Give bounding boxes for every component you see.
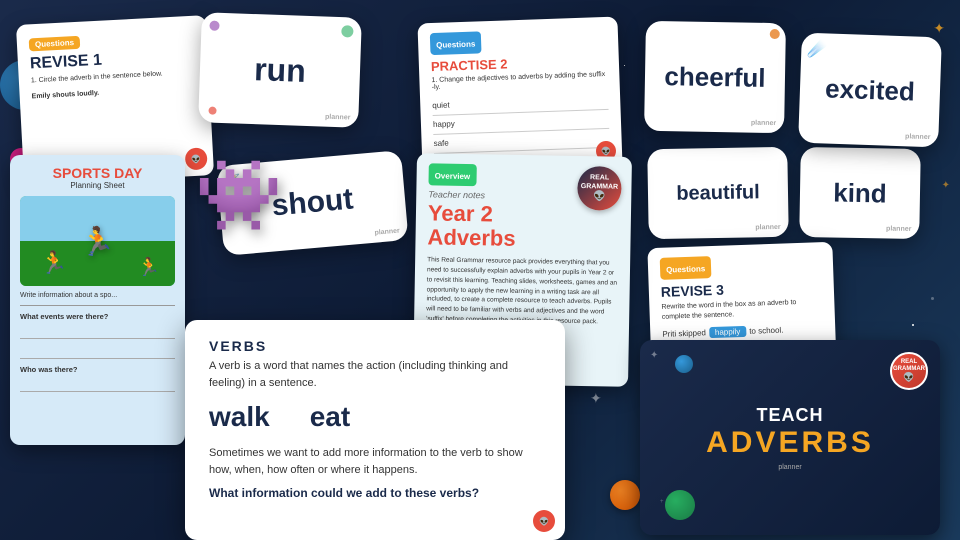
- card-dot-purple: [209, 21, 219, 31]
- verbs-body2: Sometimes we want to add more informatio…: [209, 445, 541, 478]
- verb-example1: walk: [209, 401, 270, 433]
- verbs-teach-card: VERBS A verb is a word that names the ac…: [185, 320, 565, 540]
- adverbs-rg-circle: REALGRAMMAR 👽: [890, 352, 928, 390]
- cheerful-card-brand: planner: [751, 120, 776, 127]
- practise2-label: Questions: [436, 40, 475, 50]
- revise3-answer: happily: [709, 325, 747, 337]
- run-card-brand: planner: [325, 114, 351, 122]
- cheerful-word: cheerful: [664, 61, 766, 94]
- card-star3: +: [660, 499, 664, 505]
- sports-day-card: SPORTS DAY Planning Sheet 🏃 🏃 🏃 Write in…: [10, 155, 185, 445]
- comet-icon: ☄️: [807, 39, 828, 60]
- revise3-sentence: Priti skipped: [662, 328, 706, 339]
- sparkle-2: ✦: [942, 180, 950, 191]
- excited-card-brand: planner: [905, 133, 931, 141]
- sports-day-subtitle: Planning Sheet: [20, 181, 175, 190]
- rg-badge-text: REALGRAMMAR: [581, 174, 619, 191]
- adverbs-rg-text: REALGRAMMAR: [893, 359, 925, 372]
- excited-word: excited: [825, 73, 916, 107]
- sports-day-photo: 🏃 🏃 🏃: [20, 196, 175, 286]
- sports-q2: Who was there?: [20, 365, 175, 374]
- beautiful-word-card: beautiful planner: [647, 147, 789, 239]
- cheerful-word-card: cheerful planner: [644, 21, 786, 133]
- verb-example2: eat: [310, 401, 350, 433]
- sports-instruction: Write information about a spo...: [20, 292, 175, 299]
- verbs-card-brand: 👽: [533, 510, 555, 532]
- overview-label: Overview: [435, 171, 471, 181]
- rg-badge-circle: REALGRAMMAR 👽: [577, 166, 622, 211]
- kind-card-brand: planner: [886, 225, 911, 232]
- sports-answer1: [20, 325, 175, 339]
- monster-character: 👾: [195, 155, 282, 237]
- card-planet2: [675, 355, 693, 373]
- revise3-instruction: Rewrite the word in the box as an adverb…: [661, 297, 823, 322]
- sports-q1: What events were there?: [20, 312, 175, 321]
- teach-adverbs-card: ✦ ✦ + REALGRAMMAR 👽 TEACH ADVERBS planne…: [640, 340, 940, 535]
- beautiful-word: beautiful: [676, 181, 760, 205]
- photo-emoji: 🏃: [80, 225, 115, 258]
- sports-day-title: SPORTS DAY: [20, 165, 175, 181]
- rg-badge-emoji: 👽: [593, 191, 606, 202]
- revise3-sentence-area: Priti skipped happily to school.: [662, 323, 823, 340]
- beautiful-card-brand: planner: [755, 224, 780, 231]
- practise2-card: Questions PRACTISE 2 1. Change the adjec…: [417, 17, 622, 174]
- sports-line1: [20, 305, 175, 306]
- shout-word: shout: [270, 183, 354, 224]
- photo-emoji2: 🏃: [40, 250, 67, 276]
- kind-word: kind: [833, 177, 887, 209]
- run-word: run: [254, 51, 307, 90]
- overview-rg-badge: REALGRAMMAR 👽: [577, 166, 622, 211]
- verbs-body1: A verb is a word that names the action (…: [209, 358, 541, 391]
- sports-answer2: [20, 378, 175, 392]
- adverbs-rg-badge: REALGRAMMAR 👽: [890, 352, 928, 390]
- teach-adverbs-brand: planner: [778, 464, 801, 471]
- sports-answer1b: [20, 345, 175, 359]
- kind-word-card: kind planner: [799, 147, 921, 239]
- verbs-section-label: VERBS: [209, 338, 541, 354]
- planet-orange: [610, 480, 640, 510]
- revise1-sentence: Emily shouts loudly.: [31, 83, 197, 101]
- sparkle-4: ✦: [590, 390, 602, 407]
- card-dot-green: [341, 25, 353, 37]
- card-dot-red: [208, 107, 216, 115]
- revise3-label: Questions: [666, 264, 705, 274]
- run-word-card: run planner: [198, 12, 362, 128]
- photo-emoji3: 🏃: [138, 257, 160, 278]
- card-star1: ✦: [650, 350, 658, 361]
- teach-adverbs-main: ADVERBS: [706, 426, 874, 460]
- revise3-title: REVISE 3: [661, 278, 822, 300]
- overview-body: This Real Grammar resource pack provides…: [426, 256, 618, 328]
- verbs-examples: walk eat: [209, 401, 541, 433]
- excited-word-card: excited ☄️ planner: [798, 33, 942, 148]
- shout-card-brand: planner: [374, 228, 400, 237]
- monster-emoji: 👾: [195, 156, 282, 234]
- practise2-instruction: 1. Change the adjectives to adverbs by a…: [431, 71, 607, 91]
- teach-adverbs-top: TEACH: [757, 405, 824, 426]
- photo-bg: 🏃 🏃 🏃: [20, 196, 175, 286]
- adverbs-rg-emoji: 👽: [903, 372, 914, 383]
- card-accent-orange: [770, 29, 780, 39]
- sparkle-1: ✦: [933, 20, 945, 37]
- revise3-suffix: to school.: [749, 325, 784, 335]
- revise1-label: Questions: [29, 36, 81, 52]
- verbs-question: What information could we add to these v…: [209, 486, 541, 500]
- card-planet1: [665, 490, 695, 520]
